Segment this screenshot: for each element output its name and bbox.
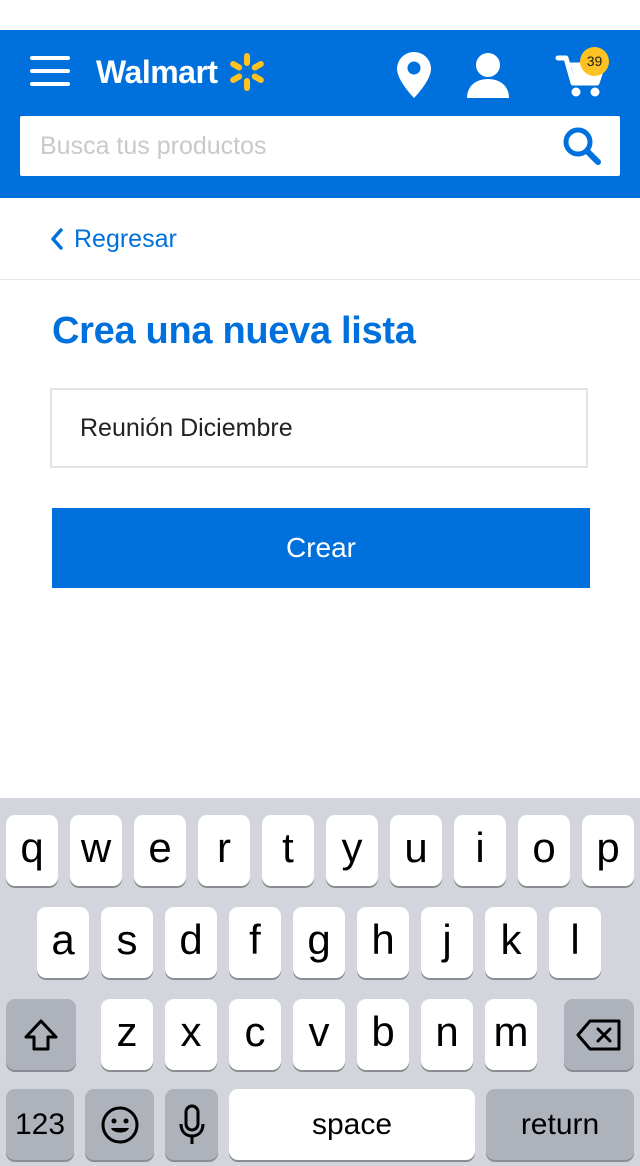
key-r[interactable]: r xyxy=(198,815,250,886)
key-y[interactable]: y xyxy=(326,815,378,886)
walmart-logo[interactable]: Walmart xyxy=(96,50,268,94)
cart-count-badge: 39 xyxy=(580,47,609,76)
numbers-key[interactable]: 123 xyxy=(6,1089,74,1160)
back-navigation: Regresar xyxy=(0,198,640,280)
key-p[interactable]: p xyxy=(582,815,634,886)
key-j[interactable]: j xyxy=(421,907,473,978)
emoji-key[interactable] xyxy=(85,1089,154,1160)
onscreen-keyboard: q w e r t y u i o p a s d f g h j k l z … xyxy=(0,798,640,1166)
key-u[interactable]: u xyxy=(390,815,442,886)
search-icon[interactable] xyxy=(562,126,602,166)
key-v[interactable]: v xyxy=(293,999,345,1070)
key-b[interactable]: b xyxy=(357,999,409,1070)
dictation-key[interactable] xyxy=(165,1089,218,1160)
chevron-left-icon xyxy=(51,228,63,250)
create-list-button[interactable]: Crear xyxy=(52,508,590,588)
search-input[interactable] xyxy=(40,116,560,176)
key-q[interactable]: q xyxy=(6,815,58,886)
microphone-icon xyxy=(179,1104,204,1144)
shift-key[interactable] xyxy=(6,999,76,1070)
search-bar xyxy=(20,116,620,176)
backspace-key[interactable] xyxy=(564,999,634,1070)
key-s[interactable]: s xyxy=(101,907,153,978)
key-f[interactable]: f xyxy=(229,907,281,978)
key-n[interactable]: n xyxy=(421,999,473,1070)
key-o[interactable]: o xyxy=(518,815,570,886)
return-key[interactable]: return xyxy=(486,1089,634,1160)
key-c[interactable]: c xyxy=(229,999,281,1070)
key-m[interactable]: m xyxy=(485,999,537,1070)
key-d[interactable]: d xyxy=(165,907,217,978)
emoji-icon xyxy=(101,1106,138,1143)
key-z[interactable]: z xyxy=(101,999,153,1070)
back-link[interactable]: Regresar xyxy=(50,224,177,254)
key-t[interactable]: t xyxy=(262,815,314,886)
list-name-field[interactable] xyxy=(50,388,588,468)
menu-icon[interactable] xyxy=(30,56,70,86)
brand-name: Walmart xyxy=(96,53,218,90)
shift-arrow-icon xyxy=(24,1019,58,1050)
key-g[interactable]: g xyxy=(293,907,345,978)
back-label: Regresar xyxy=(74,224,177,253)
key-h[interactable]: h xyxy=(357,907,409,978)
app-header: Walmart 39 xyxy=(0,30,640,198)
key-i[interactable]: i xyxy=(454,815,506,886)
key-l[interactable]: l xyxy=(549,907,601,978)
backspace-icon xyxy=(576,1019,621,1050)
account-icon[interactable] xyxy=(465,52,511,98)
page-title: Crea una nueva lista xyxy=(52,310,416,352)
status-bar xyxy=(0,0,640,30)
key-x[interactable]: x xyxy=(165,999,217,1070)
space-key[interactable]: space xyxy=(229,1089,475,1160)
walmart-spark-icon xyxy=(229,53,264,91)
key-e[interactable]: e xyxy=(134,815,186,886)
key-k[interactable]: k xyxy=(485,907,537,978)
key-a[interactable]: a xyxy=(37,907,89,978)
key-w[interactable]: w xyxy=(70,815,122,886)
location-pin-icon[interactable] xyxy=(397,52,431,98)
